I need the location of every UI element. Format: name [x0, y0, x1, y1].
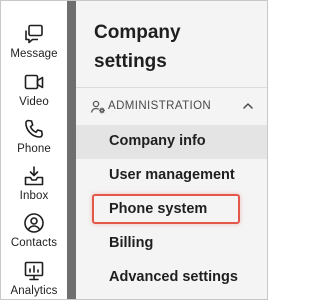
- nav-phone[interactable]: Phone: [1, 118, 67, 155]
- section-header-administration[interactable]: ADMINISTRATION: [76, 88, 267, 124]
- nav-analytics-label: Analytics: [10, 285, 58, 297]
- page-title: Company settings: [94, 22, 181, 72]
- rail-scrollbar[interactable]: [67, 1, 76, 299]
- phone-icon: [23, 118, 45, 140]
- nav-analytics[interactable]: Analytics: [1, 260, 67, 297]
- settings-item-phone-system[interactable]: Phone system: [76, 193, 267, 227]
- settings-item-user-management[interactable]: User management: [76, 159, 267, 193]
- settings-item-company-info[interactable]: Company info: [76, 125, 267, 159]
- nav-video-label: Video: [19, 96, 49, 108]
- nav-inbox[interactable]: Inbox: [1, 165, 67, 202]
- settings-item-billing[interactable]: Billing: [76, 227, 267, 261]
- settings-item-label: User management: [109, 167, 235, 183]
- settings-item-label: Phone system: [109, 201, 208, 217]
- video-icon: [23, 71, 45, 93]
- settings-item-label: Billing: [109, 235, 154, 251]
- message-icon: [23, 23, 45, 45]
- chevron-up-icon[interactable]: [241, 99, 255, 113]
- nav-inbox-label: Inbox: [19, 190, 49, 202]
- settings-item-label: Advanced settings: [109, 269, 238, 285]
- app-window: Message Video Phone Inbox Contacts Analy…: [0, 0, 268, 300]
- left-nav-rail: Message Video Phone Inbox Contacts Analy…: [1, 1, 67, 299]
- nav-message[interactable]: Message: [1, 23, 67, 60]
- settings-panel: Company settings ADMINISTRATION Company …: [76, 1, 267, 299]
- inbox-icon: [23, 165, 45, 187]
- nav-contacts[interactable]: Contacts: [1, 212, 67, 249]
- settings-item-label: Company info: [109, 133, 206, 149]
- section-label: ADMINISTRATION: [108, 100, 212, 112]
- contacts-icon: [23, 212, 45, 234]
- nav-phone-label: Phone: [17, 143, 51, 155]
- admin-user-gear-icon: [90, 99, 106, 115]
- nav-contacts-label: Contacts: [10, 237, 58, 249]
- nav-message-label: Message: [10, 48, 58, 60]
- analytics-icon: [23, 260, 45, 282]
- settings-item-advanced-settings[interactable]: Advanced settings: [76, 261, 267, 295]
- nav-video[interactable]: Video: [1, 71, 67, 108]
